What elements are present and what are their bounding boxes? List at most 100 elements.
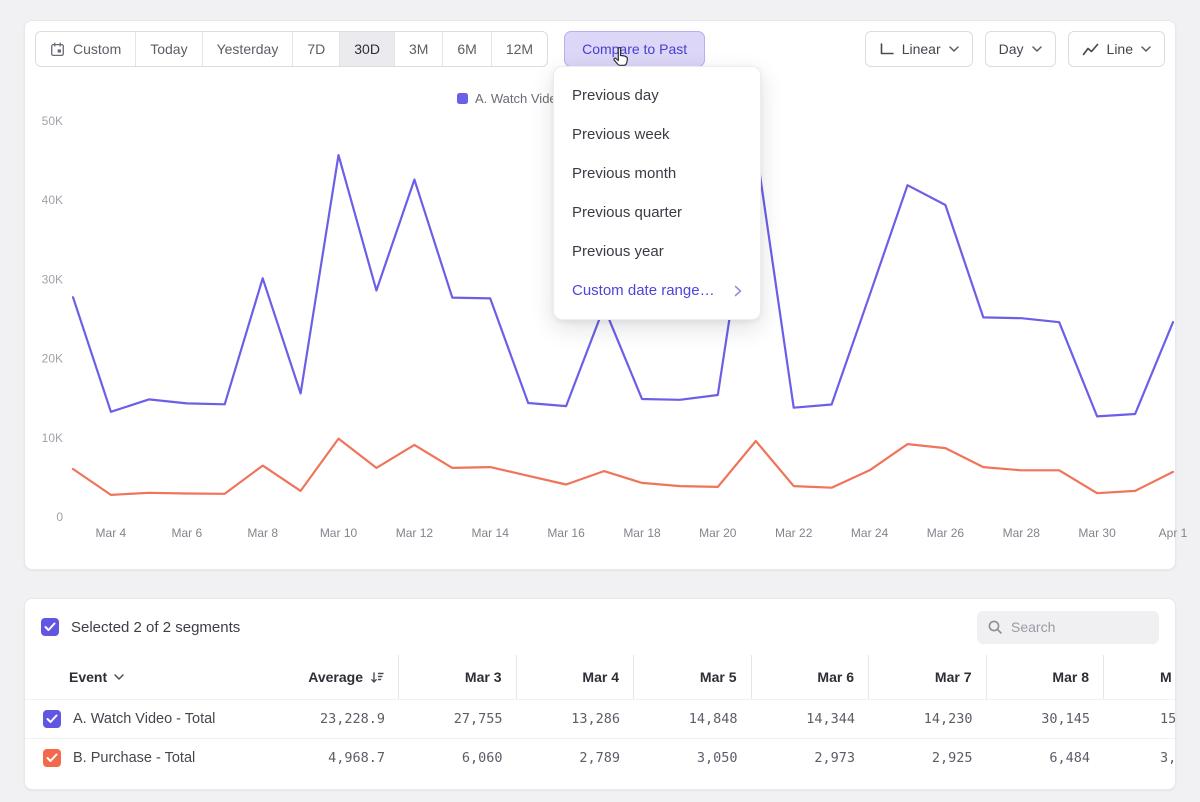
value-cell: 13,286	[517, 711, 635, 727]
svg-text:Mar 26: Mar 26	[927, 526, 965, 540]
chevron-down-icon	[1032, 46, 1042, 52]
row-checkbox[interactable]	[43, 710, 61, 728]
svg-text:Mar 8: Mar 8	[247, 526, 278, 540]
row-checkbox[interactable]	[43, 749, 61, 767]
search-input[interactable]	[1011, 619, 1143, 635]
average-header-label: Average	[308, 669, 363, 685]
interval-dropdown[interactable]: Day	[985, 31, 1056, 67]
svg-text:Mar 22: Mar 22	[775, 526, 813, 540]
menu-item-previous-quarter[interactable]: Previous quarter	[554, 193, 760, 232]
date-column-header[interactable]: Mar 6	[752, 655, 870, 699]
menu-item-custom-date-range[interactable]: Custom date range…	[554, 271, 760, 310]
average-cell: 23,228.9	[287, 711, 399, 727]
chevron-down-icon	[114, 674, 124, 680]
value-cell: 2,925	[869, 750, 987, 766]
event-column-header[interactable]: Event	[25, 655, 287, 699]
value-cell: 27,755	[399, 711, 517, 727]
svg-text:Mar 18: Mar 18	[623, 526, 661, 540]
svg-text:10K: 10K	[42, 431, 63, 445]
chart-type-label: Line	[1107, 41, 1133, 57]
svg-text:0: 0	[56, 510, 63, 524]
search-box[interactable]	[977, 611, 1159, 644]
menu-item-previous-month[interactable]: Previous month	[554, 154, 760, 193]
compare-to-past-button[interactable]: Compare to Past	[564, 31, 705, 67]
average-cell: 4,968.7	[287, 750, 399, 766]
value-cell: 6,060	[399, 750, 517, 766]
menu-item-previous-week[interactable]: Previous week	[554, 115, 760, 154]
search-icon	[987, 619, 1003, 635]
svg-text:Mar 16: Mar 16	[547, 526, 585, 540]
scale-label: Linear	[902, 41, 941, 57]
value-cell-clipped: 15,	[1104, 711, 1176, 727]
segments-header: Selected 2 of 2 segments	[25, 599, 1175, 655]
chevron-down-icon	[949, 46, 959, 52]
range-30d[interactable]: 30D	[340, 32, 395, 66]
svg-text:Mar 12: Mar 12	[396, 526, 434, 540]
date-column-header[interactable]: Mar 8	[987, 655, 1105, 699]
scale-dropdown[interactable]: Linear	[865, 31, 973, 67]
menu-item-previous-day[interactable]: Previous day	[554, 76, 760, 115]
svg-text:Apr 1: Apr 1	[1159, 526, 1188, 540]
table-header-row: Event Average Mar 3 Mar 4 Mar 5 Mar 6 Ma…	[25, 655, 1175, 699]
sort-descending-icon	[370, 671, 384, 684]
date-column-header[interactable]: Mar 7	[869, 655, 987, 699]
row-label-cell: B. Purchase - Total	[25, 749, 287, 767]
value-cell-clipped: 3,	[1104, 750, 1176, 766]
row-label-cell: A. Watch Video - Total	[25, 710, 287, 728]
svg-text:Mar 4: Mar 4	[96, 526, 127, 540]
value-cell: 3,050	[634, 750, 752, 766]
date-column-header[interactable]: Mar 3	[399, 655, 517, 699]
value-cell: 14,344	[752, 711, 870, 727]
line-chart-icon	[1082, 43, 1099, 56]
menu-item-label: Custom date range…	[572, 282, 715, 299]
average-column-header[interactable]: Average	[287, 655, 399, 699]
svg-text:Mar 6: Mar 6	[171, 526, 202, 540]
svg-text:Mar 14: Mar 14	[472, 526, 510, 540]
date-column-header[interactable]: Mar 4	[517, 655, 635, 699]
range-12m[interactable]: 12M	[492, 32, 547, 66]
chart-type-dropdown[interactable]: Line	[1068, 31, 1165, 67]
date-range-picker: Custom Today Yesterday 7D 30D 3M 6M 12M	[35, 31, 548, 67]
table-row-watch-video[interactable]: A. Watch Video - Total 23,228.9 27,755 1…	[25, 699, 1175, 738]
value-cell: 14,230	[869, 711, 987, 727]
range-yesterday[interactable]: Yesterday	[203, 32, 294, 66]
svg-text:Mar 28: Mar 28	[1003, 526, 1041, 540]
interval-label: Day	[999, 41, 1024, 57]
value-cell: 14,848	[634, 711, 752, 727]
segment-name: A. Watch Video - Total	[73, 711, 215, 727]
svg-text:Mar 24: Mar 24	[851, 526, 889, 540]
value-cell: 30,145	[987, 711, 1105, 727]
event-header-label: Event	[69, 669, 107, 685]
svg-text:50K: 50K	[42, 114, 63, 128]
menu-item-previous-year[interactable]: Previous year	[554, 232, 760, 271]
svg-text:30K: 30K	[42, 272, 63, 286]
select-all-checkbox[interactable]	[41, 618, 59, 636]
svg-text:40K: 40K	[42, 193, 63, 207]
segments-panel: Selected 2 of 2 segments Event Average	[24, 598, 1176, 790]
range-7d[interactable]: 7D	[293, 32, 340, 66]
range-today[interactable]: Today	[136, 32, 202, 66]
selected-count-label: Selected 2 of 2 segments	[71, 619, 240, 636]
chevron-right-icon	[734, 285, 742, 297]
date-column-header[interactable]: Mar 5	[634, 655, 752, 699]
table-row-purchase[interactable]: B. Purchase - Total 4,968.7 6,060 2,789 …	[25, 738, 1175, 777]
compare-to-past-menu: Previous day Previous week Previous mont…	[553, 66, 761, 320]
value-cell: 2,789	[517, 750, 635, 766]
calendar-icon	[50, 42, 65, 57]
value-cell: 2,973	[752, 750, 870, 766]
insights-page: Custom Today Yesterday 7D 30D 3M 6M 12M …	[0, 0, 1200, 802]
svg-text:Mar 20: Mar 20	[699, 526, 737, 540]
value-cell: 6,484	[987, 750, 1105, 766]
toolbar: Custom Today Yesterday 7D 30D 3M 6M 12M …	[35, 31, 1165, 67]
chevron-down-icon	[1141, 46, 1151, 52]
date-column-header-clipped[interactable]: M	[1104, 655, 1176, 699]
linear-axis-icon	[879, 43, 894, 56]
range-6m[interactable]: 6M	[443, 32, 491, 66]
custom-range-button[interactable]: Custom	[36, 32, 136, 66]
segment-name: B. Purchase - Total	[73, 750, 195, 766]
range-3m[interactable]: 3M	[395, 32, 443, 66]
svg-text:Mar 10: Mar 10	[320, 526, 358, 540]
svg-text:Mar 30: Mar 30	[1078, 526, 1116, 540]
svg-text:20K: 20K	[42, 352, 63, 366]
custom-range-label: Custom	[73, 41, 121, 57]
